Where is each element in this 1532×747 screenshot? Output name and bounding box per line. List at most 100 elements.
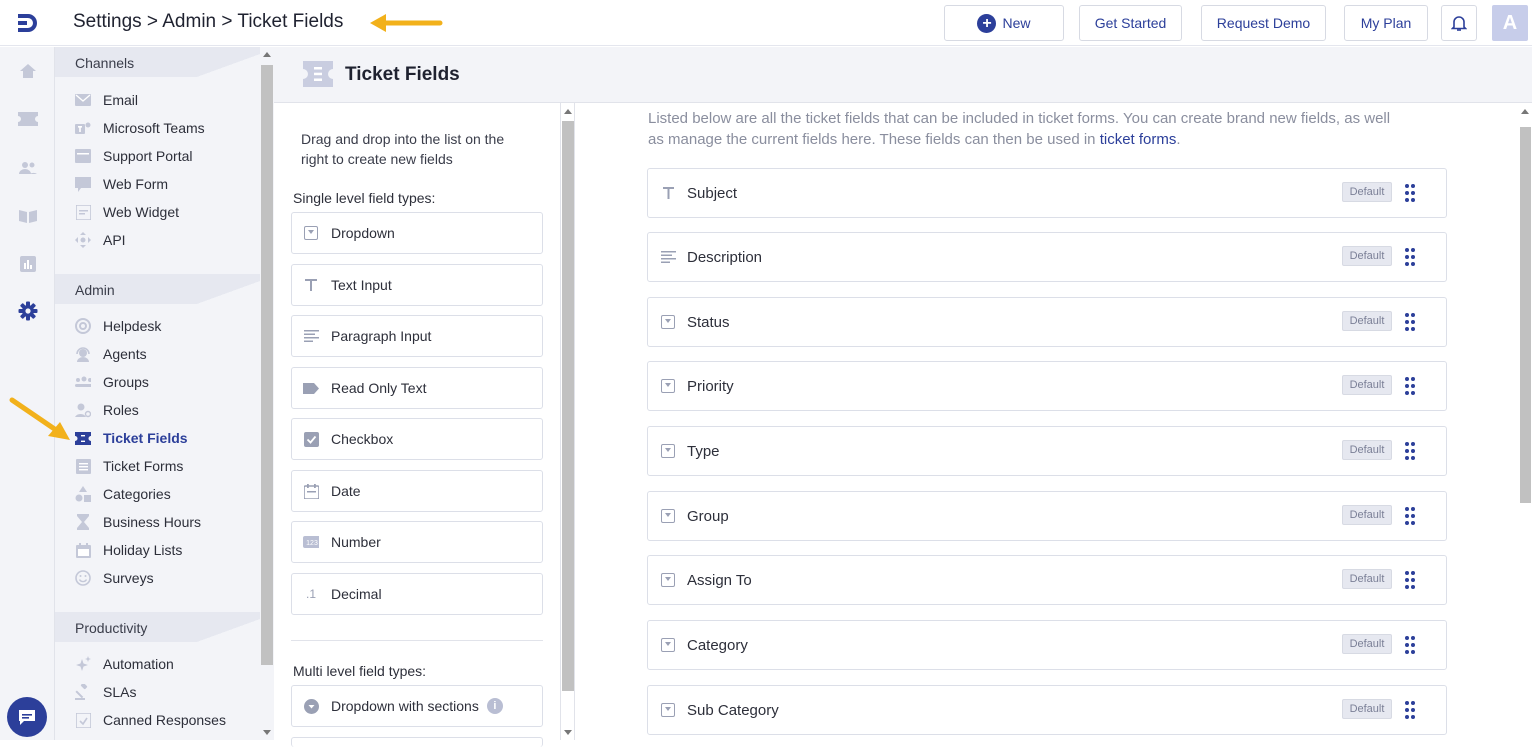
multi-level-title: Multi level field types: (293, 663, 427, 679)
nav-scroll-thumb[interactable] (261, 65, 273, 665)
request-demo-button[interactable]: Request Demo (1201, 5, 1326, 41)
field-type-dropdown-with-sections[interactable]: Dropdown with sections i (291, 685, 543, 727)
nav-item-slas[interactable]: SLAs (75, 681, 136, 703)
icon-rail (0, 47, 55, 740)
nav-item-holiday-lists[interactable]: Holiday Lists (75, 539, 182, 561)
nav-item-label: Automation (103, 656, 174, 672)
field-type-decimal[interactable]: .1 Decimal (291, 573, 543, 615)
field-row-category[interactable]: Category Default (647, 620, 1447, 670)
field-type-label: Decimal (331, 586, 382, 602)
chat-button[interactable] (7, 697, 47, 737)
field-type-label: Date (331, 483, 361, 499)
get-started-button[interactable]: Get Started (1079, 5, 1182, 41)
field-type-read-only-text[interactable]: Read Only Text (291, 367, 543, 409)
field-row-subject[interactable]: Subject Default (647, 168, 1447, 218)
nav-item-api[interactable]: API (75, 229, 126, 251)
new-button[interactable]: + New (944, 5, 1064, 41)
drag-handle-icon[interactable] (1404, 700, 1416, 720)
contacts-icon[interactable] (17, 157, 39, 179)
nav-item-canned-responses[interactable]: Canned Responses (75, 709, 226, 731)
ticket-field-list: Listed below are all the ticket fields t… (576, 103, 1518, 740)
main-scroll-thumb[interactable] (1520, 127, 1531, 503)
field-row-type[interactable]: Type Default (647, 426, 1447, 476)
drag-handle-icon[interactable] (1404, 376, 1416, 396)
palette-scrollbar[interactable] (561, 103, 575, 740)
field-row-sub-category[interactable]: Sub Category Default (647, 685, 1447, 735)
avatar[interactable]: A (1492, 5, 1528, 41)
drag-handle-icon[interactable] (1404, 441, 1416, 461)
nav-item-web-form[interactable]: Web Form (75, 173, 168, 195)
field-row-description[interactable]: Description Default (647, 232, 1447, 282)
nav-item-label: Business Hours (103, 514, 202, 530)
nav-item-label: Holiday Lists (103, 542, 183, 558)
drag-handle-icon[interactable] (1404, 570, 1416, 590)
nav-item-microsoft-teams[interactable]: Microsoft Teams (75, 117, 205, 139)
field-name: Sub Category (687, 701, 779, 719)
drag-handle-icon[interactable] (1404, 506, 1416, 526)
field-type-label: Text Input (331, 277, 392, 293)
info-icon[interactable]: i (486, 698, 503, 714)
nav-item-label: Web Widget (103, 204, 179, 220)
nav-item-roles[interactable]: Roles (75, 399, 139, 421)
knowledge-base-icon[interactable] (17, 205, 39, 227)
drag-handle-icon[interactable] (1404, 635, 1416, 655)
field-row-status[interactable]: Status Default (647, 297, 1447, 347)
nav-item-support-portal[interactable]: Support Portal (75, 145, 193, 167)
nav-item-ticket-fields[interactable]: Ticket Fields (75, 427, 188, 449)
field-row-assign-to[interactable]: Assign To Default (647, 555, 1447, 605)
field-type-dropdown[interactable]: Dropdown (291, 212, 543, 254)
tickets-icon[interactable] (17, 108, 39, 130)
drag-handle-icon[interactable] (1404, 247, 1416, 267)
api-icon (75, 232, 91, 248)
scroll-down-icon[interactable] (564, 730, 572, 735)
nav-item-categories[interactable]: Categories (75, 483, 171, 505)
default-badge: Default (1342, 246, 1392, 266)
field-type-checkbox[interactable]: Checkbox (291, 418, 543, 460)
nav-item-label: Groups (103, 374, 149, 390)
dropdown-icon (660, 443, 676, 459)
field-type-date[interactable]: Date (291, 470, 543, 512)
hourglass-icon (75, 514, 91, 530)
settings-gear-icon[interactable] (17, 300, 39, 322)
nav-item-automation[interactable]: Automation (75, 653, 174, 675)
field-row-group[interactable]: Group Default (647, 491, 1447, 541)
field-type-paragraph-input[interactable]: Paragraph Input (291, 315, 543, 357)
nav-item-agents[interactable]: Agents (75, 343, 147, 365)
scroll-up-icon[interactable] (1521, 109, 1529, 114)
home-icon[interactable] (17, 60, 39, 82)
nav-item-helpdesk[interactable]: Helpdesk (75, 315, 161, 337)
drag-handle-icon[interactable] (1404, 183, 1416, 203)
nav-item-groups[interactable]: Groups (75, 371, 149, 393)
field-type-number[interactable]: 123 Number (291, 521, 543, 563)
nav-item-email[interactable]: Email (75, 89, 138, 111)
notifications-button[interactable] (1441, 5, 1477, 41)
nav-item-business-hours[interactable]: Business Hours (75, 511, 201, 533)
nav-item-label: Categories (103, 486, 171, 502)
agent-icon (75, 346, 91, 362)
scroll-up-icon[interactable] (564, 109, 572, 114)
app-logo-icon[interactable] (14, 9, 42, 37)
scroll-up-icon[interactable] (263, 52, 271, 57)
palette-scroll-thumb[interactable] (562, 121, 574, 691)
helpdesk-icon (75, 318, 91, 334)
drag-handle-icon[interactable] (1404, 312, 1416, 332)
sparkle-icon (75, 656, 91, 672)
checkbox-icon (303, 431, 319, 447)
reports-icon[interactable] (17, 253, 39, 275)
main-scrollbar[interactable] (1518, 103, 1532, 740)
nav-item-surveys[interactable]: Surveys (75, 567, 154, 589)
palette-instructions: Drag and drop into the list on the right… (301, 131, 505, 167)
field-name: Type (687, 442, 720, 460)
scroll-down-icon[interactable] (263, 730, 271, 735)
nav-scrollbar[interactable] (260, 47, 274, 740)
field-type-text-input[interactable]: Text Input (291, 264, 543, 306)
nav-item-ticket-forms[interactable]: Ticket Forms (75, 455, 183, 477)
nav-item-web-widget[interactable]: Web Widget (75, 201, 179, 223)
my-plan-button[interactable]: My Plan (1344, 5, 1428, 41)
ticket-forms-link[interactable]: ticket forms (1100, 131, 1177, 148)
pointer-arrow-icon (370, 14, 443, 32)
field-type-next[interactable] (291, 737, 543, 747)
default-badge: Default (1342, 311, 1392, 331)
field-name: Category (687, 636, 748, 654)
field-row-priority[interactable]: Priority Default (647, 361, 1447, 411)
